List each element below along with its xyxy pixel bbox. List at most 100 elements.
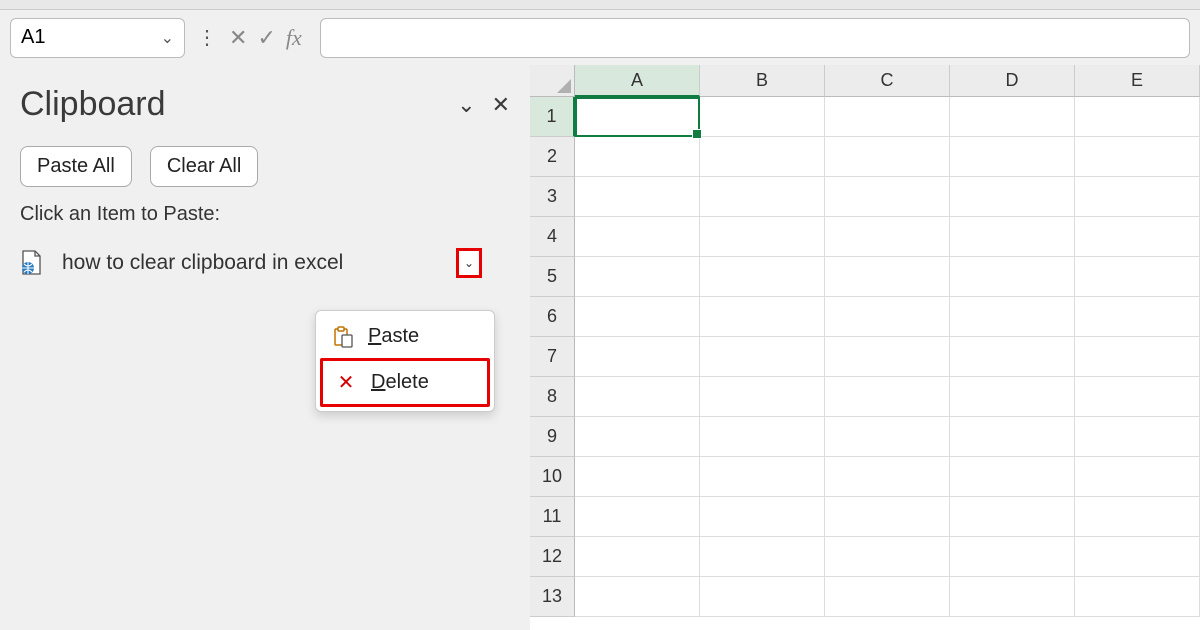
cancel-icon[interactable]: ✕: [229, 25, 247, 51]
cell[interactable]: [950, 577, 1075, 617]
cell[interactable]: [1075, 97, 1200, 137]
row-header[interactable]: 8: [530, 377, 575, 417]
select-all-corner[interactable]: [530, 65, 575, 97]
row-header[interactable]: 12: [530, 537, 575, 577]
cell[interactable]: [700, 137, 825, 177]
cell[interactable]: [950, 97, 1075, 137]
cell[interactable]: [825, 297, 950, 337]
cell[interactable]: [1075, 137, 1200, 177]
cell[interactable]: [575, 217, 700, 257]
chevron-down-icon[interactable]: ⌄: [161, 28, 174, 48]
cell[interactable]: [950, 257, 1075, 297]
cell[interactable]: [575, 257, 700, 297]
cell[interactable]: [950, 137, 1075, 177]
cell[interactable]: [1075, 337, 1200, 377]
item-dropdown-button[interactable]: ⌄: [456, 248, 482, 278]
cell[interactable]: [700, 337, 825, 377]
column-header[interactable]: D: [950, 65, 1075, 97]
cell[interactable]: [950, 537, 1075, 577]
cell[interactable]: [950, 177, 1075, 217]
cell[interactable]: [700, 257, 825, 297]
row-header[interactable]: 13: [530, 577, 575, 617]
row-header[interactable]: 7: [530, 337, 575, 377]
cell[interactable]: [825, 337, 950, 377]
column-header[interactable]: E: [1075, 65, 1200, 97]
cell[interactable]: [575, 337, 700, 377]
pane-close-icon[interactable]: ✕: [492, 92, 510, 118]
row-header[interactable]: 4: [530, 217, 575, 257]
cell[interactable]: [1075, 497, 1200, 537]
column-header[interactable]: B: [700, 65, 825, 97]
cell[interactable]: [575, 177, 700, 217]
row-header[interactable]: 9: [530, 417, 575, 457]
vertical-dots-icon[interactable]: ⋮: [195, 25, 219, 50]
fx-icon[interactable]: fx: [286, 25, 302, 51]
cell[interactable]: [700, 497, 825, 537]
name-box[interactable]: A1 ⌄: [10, 18, 185, 58]
cell[interactable]: [825, 577, 950, 617]
cell[interactable]: [825, 137, 950, 177]
cell[interactable]: [950, 377, 1075, 417]
cell[interactable]: [700, 577, 825, 617]
cell[interactable]: [825, 537, 950, 577]
cell[interactable]: [575, 497, 700, 537]
row-header[interactable]: 2: [530, 137, 575, 177]
formula-input[interactable]: [320, 18, 1190, 58]
cell[interactable]: [575, 537, 700, 577]
cell[interactable]: [950, 457, 1075, 497]
pane-options-chevron-icon[interactable]: ⌄: [457, 92, 475, 118]
cell[interactable]: [1075, 577, 1200, 617]
row-header[interactable]: 6: [530, 297, 575, 337]
cell[interactable]: [950, 497, 1075, 537]
cell[interactable]: [575, 417, 700, 457]
cell[interactable]: [575, 297, 700, 337]
cell[interactable]: [700, 417, 825, 457]
cell[interactable]: [950, 337, 1075, 377]
cell[interactable]: [575, 457, 700, 497]
cell[interactable]: [700, 217, 825, 257]
clipboard-item[interactable]: how to clear clipboard in excel ⌄: [20, 244, 510, 282]
row-header[interactable]: 11: [530, 497, 575, 537]
clear-all-button[interactable]: Clear All: [150, 146, 258, 187]
cell[interactable]: [575, 377, 700, 417]
cell[interactable]: [700, 457, 825, 497]
cell[interactable]: [1075, 217, 1200, 257]
cell[interactable]: [950, 297, 1075, 337]
cell[interactable]: [825, 257, 950, 297]
cell[interactable]: [825, 97, 950, 137]
cell[interactable]: [825, 417, 950, 457]
cell[interactable]: [825, 177, 950, 217]
cell[interactable]: [700, 297, 825, 337]
paste-all-button[interactable]: Paste All: [20, 146, 132, 187]
row-header[interactable]: 1: [530, 97, 575, 137]
cell[interactable]: [825, 457, 950, 497]
cell[interactable]: [1075, 377, 1200, 417]
cell[interactable]: [1075, 537, 1200, 577]
cell[interactable]: [1075, 297, 1200, 337]
cell[interactable]: [575, 577, 700, 617]
row-header[interactable]: 10: [530, 457, 575, 497]
cell[interactable]: [575, 137, 700, 177]
column-header[interactable]: A: [575, 65, 700, 97]
cell[interactable]: [1075, 257, 1200, 297]
cell[interactable]: [825, 377, 950, 417]
cell[interactable]: [1075, 177, 1200, 217]
cell[interactable]: [825, 497, 950, 537]
row-header[interactable]: 3: [530, 177, 575, 217]
cell[interactable]: [700, 537, 825, 577]
context-menu-paste[interactable]: Paste: [320, 315, 490, 358]
cell[interactable]: [1075, 457, 1200, 497]
cell[interactable]: [950, 217, 1075, 257]
cell[interactable]: [825, 217, 950, 257]
worksheet-grid[interactable]: ABCDE 12345678910111213: [530, 65, 1200, 630]
context-menu-delete[interactable]: ✕ Delete: [320, 358, 490, 407]
cell[interactable]: [1075, 417, 1200, 457]
cell[interactable]: [700, 377, 825, 417]
cell[interactable]: [700, 97, 825, 137]
cell[interactable]: [575, 97, 700, 137]
row-header[interactable]: 5: [530, 257, 575, 297]
enter-icon[interactable]: ✓: [257, 25, 275, 51]
cell[interactable]: [950, 417, 1075, 457]
cell[interactable]: [700, 177, 825, 217]
column-header[interactable]: C: [825, 65, 950, 97]
